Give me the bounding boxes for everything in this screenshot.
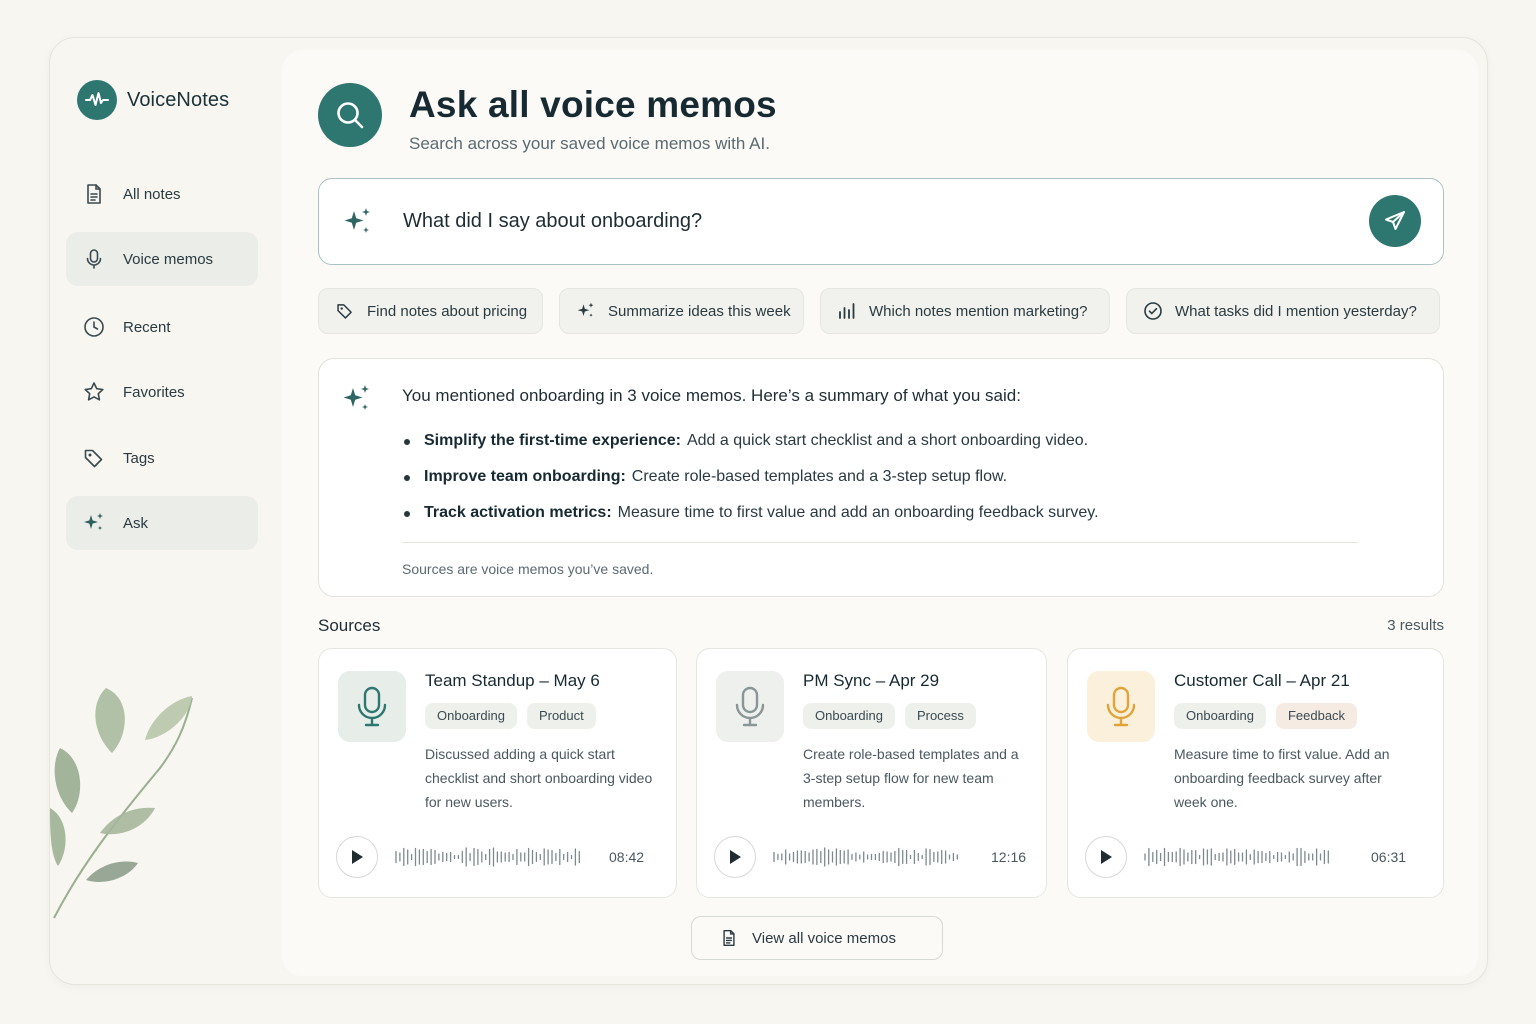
suggestion-chip-summarize[interactable]: Summarize ideas this week	[559, 288, 804, 334]
sidebar-item-voice-memos[interactable]: Voice memos	[66, 232, 258, 286]
suggestion-chip-marketing[interactable]: Which notes mention marketing?	[820, 288, 1110, 334]
answer-point-title: Track activation metrics:	[424, 504, 612, 521]
waveform	[1144, 847, 1329, 867]
sparkle-icon	[576, 301, 596, 321]
sparkle-icon	[340, 382, 374, 421]
tag-icon	[335, 301, 355, 321]
source-description: Create role-based templates and a 3-step…	[803, 746, 1019, 810]
sidebar-item-label: Favorites	[123, 383, 185, 401]
bar-chart-icon	[837, 301, 857, 321]
answer-intro: You mentioned onboarding in 3 voice memo…	[402, 386, 1021, 405]
source-card[interactable]: Customer Call – Apr 21 Onboarding Feedba…	[1067, 648, 1444, 898]
source-title: Team Standup – May 6	[425, 671, 600, 690]
sparkle-icon	[341, 205, 375, 244]
sidebar-item-ask[interactable]: Ask	[66, 496, 258, 550]
suggestion-chip-tasks[interactable]: What tasks did I mention yesterday?	[1126, 288, 1440, 334]
search-icon	[318, 83, 382, 147]
page-subtitle: Search across your saved voice memos wit…	[409, 134, 770, 153]
play-button[interactable]	[714, 836, 756, 878]
source-card[interactable]: PM Sync – Apr 29 Onboarding Process Crea…	[696, 648, 1047, 898]
waveform	[773, 847, 958, 867]
answer-point: Track activation metrics: Measure time to…	[403, 501, 1099, 537]
main-panel: Ask all voice memos Search across your s…	[282, 50, 1478, 976]
tag-chip[interactable]: Process	[904, 703, 976, 729]
sidebar-item-all-notes[interactable]: All notes	[66, 167, 258, 221]
play-icon	[352, 850, 363, 864]
clock-icon	[82, 315, 106, 339]
answer-point-text: Create role-based templates and a 3-step…	[631, 468, 1008, 485]
microphone-icon	[338, 671, 406, 742]
tag-list: Onboarding Feedback	[1174, 703, 1367, 729]
microphone-icon	[716, 671, 784, 742]
sidebar-item-favorites[interactable]: Favorites	[66, 365, 258, 419]
sidebar-item-label: Ask	[123, 514, 149, 532]
tag-chip[interactable]: Product	[526, 703, 596, 729]
check-circle-icon	[1143, 301, 1163, 321]
app-name: VoiceNotes	[127, 88, 230, 111]
answer-footnote: Sources are voice memos you’ve saved.	[402, 561, 654, 577]
answer-point-text: Add a quick start checklist and a short …	[686, 432, 1089, 449]
chip-label: Summarize ideas this week	[608, 302, 791, 320]
view-all-button[interactable]: View all voice memos	[691, 916, 943, 960]
tag-chip[interactable]: Onboarding	[803, 703, 895, 729]
tag-chip[interactable]: Onboarding	[1174, 703, 1266, 729]
leaf-decoration	[50, 688, 193, 919]
divider	[402, 542, 1358, 543]
answer-point-text: Measure time to first value and add an o…	[617, 504, 1099, 521]
ask-input[interactable]	[403, 201, 1343, 241]
app-window: VoiceNotes All notes Voice memos Recent …	[49, 37, 1488, 985]
ask-box	[318, 178, 1444, 265]
sources-heading: Sources	[318, 616, 381, 635]
source-description: Measure time to first value. Add an onbo…	[1174, 746, 1390, 810]
chip-label: Which notes mention marketing?	[869, 302, 1088, 320]
chip-label: Find notes about pricing	[367, 302, 528, 320]
tag-list: Onboarding Process	[803, 703, 986, 729]
play-button[interactable]	[1085, 836, 1127, 878]
sidebar-item-recent[interactable]: Recent	[66, 300, 258, 354]
answer-point-title: Improve team onboarding:	[424, 468, 626, 485]
duration: 06:31	[1371, 849, 1407, 865]
source-card[interactable]: Team Standup – May 6 Onboarding Product …	[318, 648, 677, 898]
ai-answer-card: You mentioned onboarding in 3 voice memo…	[318, 358, 1444, 597]
sidebar-item-label: Recent	[123, 318, 171, 336]
play-icon	[730, 850, 741, 864]
view-all-label: View all voice memos	[752, 929, 896, 947]
results-count: 3 results	[1387, 617, 1444, 634]
answer-point-title: Simplify the first-time experience:	[424, 432, 681, 449]
sidebar-item-label: Voice memos	[123, 250, 214, 268]
answer-point: Simplify the first-time experience: Add a…	[403, 429, 1099, 465]
document-icon	[720, 928, 738, 948]
send-icon	[1385, 211, 1405, 230]
chip-label: What tasks did I mention yesterday?	[1175, 302, 1417, 320]
tag-icon	[82, 446, 106, 470]
tag-chip[interactable]: Onboarding	[425, 703, 517, 729]
app-logo[interactable]: VoiceNotes	[77, 80, 229, 120]
microphone-icon	[82, 247, 106, 271]
source-title: PM Sync – Apr 29	[803, 671, 940, 690]
sidebar-item-label: Tags	[123, 449, 155, 467]
star-icon	[82, 380, 106, 404]
page-title: Ask all voice memos	[409, 84, 777, 125]
waveform-logo-icon	[77, 80, 117, 120]
duration: 12:16	[991, 849, 1027, 865]
waveform	[395, 847, 580, 867]
send-button[interactable]	[1369, 195, 1421, 247]
tag-list: Onboarding Product	[425, 703, 606, 729]
tag-chip[interactable]: Feedback	[1275, 703, 1358, 729]
play-button[interactable]	[336, 836, 378, 878]
suggestion-chip-pricing[interactable]: Find notes about pricing	[318, 288, 543, 334]
duration: 08:42	[609, 849, 645, 865]
sidebar-item-tags[interactable]: Tags	[66, 431, 258, 485]
sparkle-icon	[82, 511, 106, 535]
sidebar-item-label: All notes	[123, 185, 181, 203]
answer-points: Simplify the first-time experience: Add a…	[403, 429, 1099, 537]
play-icon	[1101, 850, 1112, 864]
answer-point: Improve team onboarding: Create role-base…	[403, 465, 1099, 501]
document-icon	[82, 182, 106, 206]
source-title: Customer Call – Apr 21	[1174, 671, 1350, 690]
microphone-icon	[1087, 671, 1155, 742]
source-description: Discussed adding a quick start checklist…	[425, 746, 653, 810]
